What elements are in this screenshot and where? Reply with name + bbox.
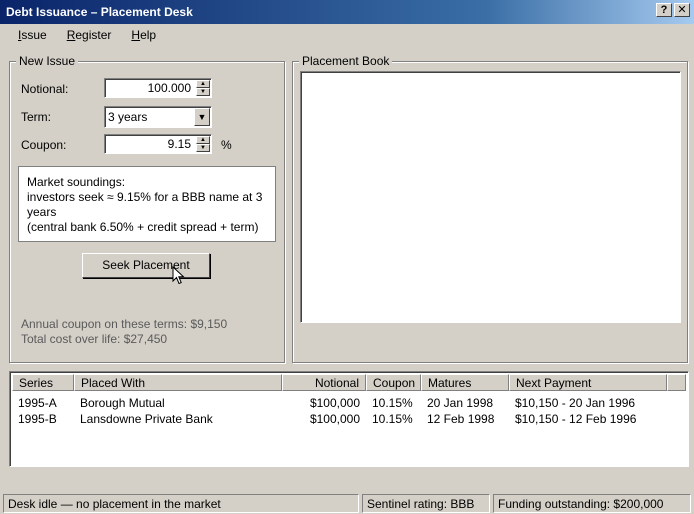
cell-matures: 12 Feb 1998 xyxy=(427,412,495,426)
table-header: Series Placed With Notional Coupon Matur… xyxy=(12,374,686,391)
term-label: Term: xyxy=(21,110,51,124)
mouse-cursor-icon xyxy=(172,266,185,285)
cell-coupon: 10.15% xyxy=(372,412,413,426)
status-desk: Desk idle — no placement in the market xyxy=(3,494,359,513)
term-select[interactable]: 3 years ▼ xyxy=(104,106,212,128)
notional-value: 100.000 xyxy=(147,81,191,95)
window-title: Debt Issuance – Placement Desk xyxy=(6,5,193,19)
term-value: 3 years xyxy=(108,110,148,124)
soundings-line: (central bank 6.50% + credit spread + te… xyxy=(27,220,259,234)
notional-label: Notional: xyxy=(21,82,69,96)
annual-coupon-text: Annual coupon on these terms: $9,150 xyxy=(21,317,228,331)
menu-register[interactable]: Register xyxy=(59,26,120,44)
menu-help[interactable]: Help xyxy=(123,26,164,44)
status-bar: Desk idle — no placement in the market S… xyxy=(0,492,694,514)
menu-bar: Issue Register Help xyxy=(0,24,694,46)
cell-coupon: 10.15% xyxy=(372,396,413,410)
placement-book-title: Placement Book xyxy=(299,54,393,68)
table-row[interactable]: 1995-A Borough Mutual $100,000 10.15% 20… xyxy=(12,396,686,412)
col-placed-with[interactable]: Placed With xyxy=(74,374,282,391)
new-issue-title: New Issue xyxy=(16,54,79,68)
notional-stepper[interactable]: 100.000 ▲ ▼ xyxy=(104,78,212,98)
cell-next-payment: $10,150 - 20 Jan 1996 xyxy=(515,396,636,410)
status-funding: Funding outstanding: $200,000 xyxy=(493,494,691,513)
coupon-label: Coupon: xyxy=(21,138,67,152)
soundings-heading: Market soundings: xyxy=(27,175,126,189)
help-button[interactable]: ? xyxy=(656,3,672,17)
cell-notional: $100,000 xyxy=(309,412,360,426)
spin-up-icon[interactable]: ▲ xyxy=(196,136,210,144)
close-button[interactable]: ✕ xyxy=(674,3,690,17)
register-table[interactable]: Series Placed With Notional Coupon Matur… xyxy=(9,371,689,467)
cell-matures: 20 Jan 1998 xyxy=(427,396,494,410)
coupon-stepper[interactable]: 9.15 ▲ ▼ xyxy=(104,134,212,154)
title-bar: Debt Issuance – Placement Desk ? ✕ xyxy=(0,0,694,24)
col-notional[interactable]: Notional xyxy=(282,374,366,391)
status-rating: Sentinel rating: BBB xyxy=(362,494,490,513)
table-row[interactable]: 1995-B Lansdowne Private Bank $100,000 1… xyxy=(12,412,686,428)
spin-down-icon[interactable]: ▼ xyxy=(196,144,210,152)
col-matures[interactable]: Matures xyxy=(421,374,509,391)
total-cost-text: Total cost over life: $27,450 xyxy=(21,332,168,346)
spin-down-icon[interactable]: ▼ xyxy=(196,88,210,96)
seek-placement-button[interactable]: Seek Placement xyxy=(82,253,210,278)
col-filler xyxy=(667,374,686,391)
cell-placed-with: Borough Mutual xyxy=(80,396,165,410)
cell-placed-with: Lansdowne Private Bank xyxy=(80,412,213,426)
cell-series: 1995-A xyxy=(18,396,57,410)
coupon-value: 9.15 xyxy=(167,137,191,151)
chevron-down-icon[interactable]: ▼ xyxy=(194,108,210,126)
cell-series: 1995-B xyxy=(18,412,57,426)
col-next-payment[interactable]: Next Payment xyxy=(509,374,667,391)
market-soundings-note: Market soundings: investors seek ≈ 9.15%… xyxy=(18,166,276,242)
app-window: Debt Issuance – Placement Desk ? ✕ Issue… xyxy=(0,0,694,514)
cell-notional: $100,000 xyxy=(309,396,360,410)
placement-book-area[interactable] xyxy=(300,71,681,323)
notional-spin[interactable]: ▲ ▼ xyxy=(196,80,210,96)
cell-next-payment: $10,150 - 12 Feb 1996 xyxy=(515,412,637,426)
spin-up-icon[interactable]: ▲ xyxy=(196,80,210,88)
soundings-line: investors seek ≈ 9.15% for a BBB name at… xyxy=(27,190,263,219)
coupon-spin[interactable]: ▲ ▼ xyxy=(196,136,210,152)
menu-issue[interactable]: Issue xyxy=(10,26,55,44)
col-coupon[interactable]: Coupon xyxy=(366,374,421,391)
col-series[interactable]: Series xyxy=(12,374,74,391)
coupon-unit: % xyxy=(221,138,232,152)
